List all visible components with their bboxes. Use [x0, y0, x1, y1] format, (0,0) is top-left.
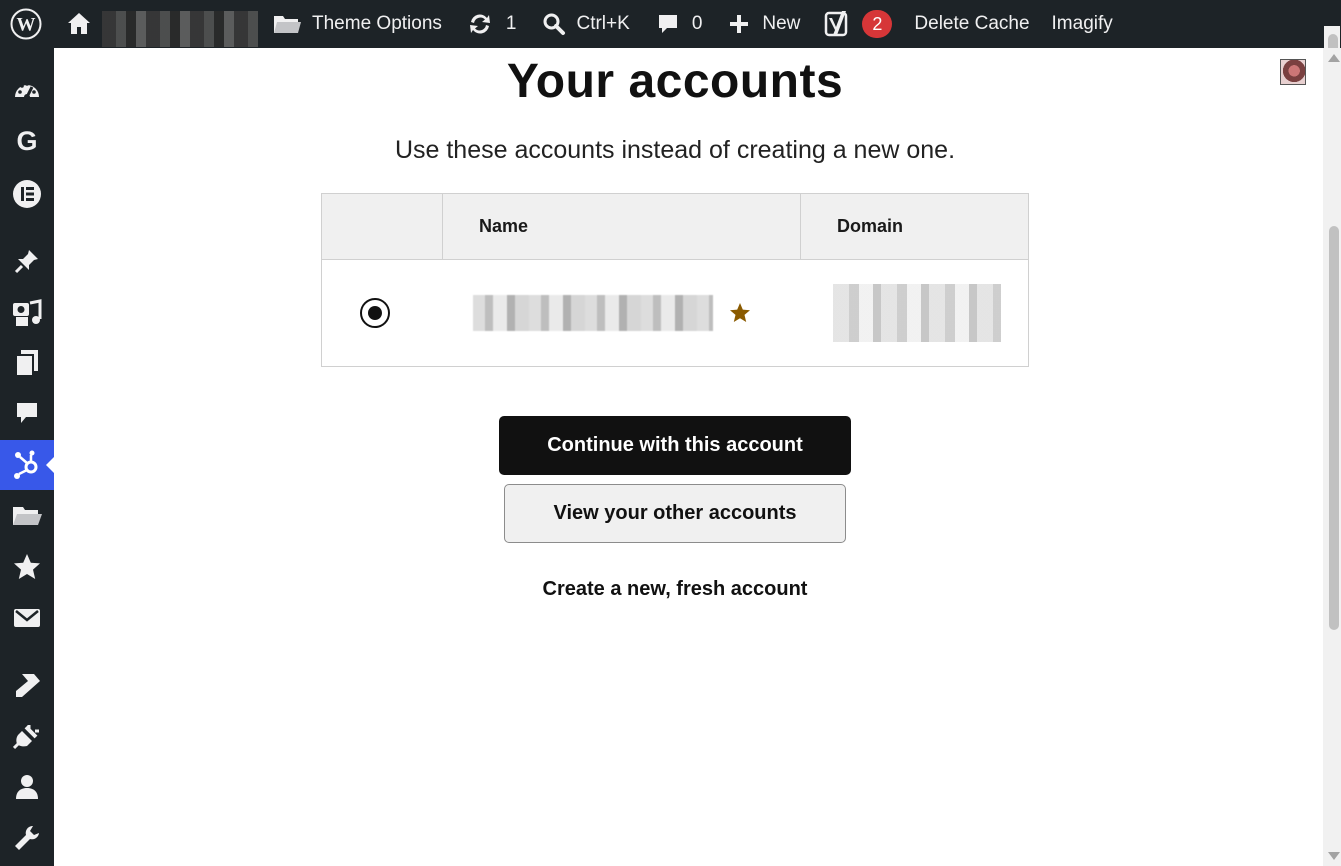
delete-cache-button[interactable]: Delete Cache	[914, 0, 1029, 48]
scroll-up-arrow-icon[interactable]	[1328, 54, 1340, 62]
dashboard-icon	[15, 82, 39, 100]
pin-icon	[14, 250, 38, 274]
accounts-table: Name Domain	[321, 193, 1029, 367]
comments-count: 0	[691, 13, 703, 34]
sidebar-item-posts[interactable]	[0, 236, 54, 286]
folder-icon	[13, 507, 42, 525]
pages-icon	[15, 350, 38, 377]
users-icon	[16, 775, 38, 799]
mail-icon	[14, 609, 40, 627]
site-home-button[interactable]	[52, 0, 102, 48]
comments-menu[interactable]: 0	[656, 0, 703, 48]
sidebar-item-comments[interactable]	[0, 388, 54, 438]
yoast-seo-menu[interactable]: 2	[824, 0, 893, 48]
search-shortcut-label: Ctrl+K	[576, 13, 630, 34]
sidebar-item-appearance[interactable]	[0, 660, 54, 710]
row-name-cell	[443, 260, 801, 367]
theme-options-menu[interactable]: Theme Options	[272, 0, 442, 48]
comment-icon	[658, 15, 677, 33]
continue-with-account-button[interactable]: Continue with this account	[499, 416, 851, 475]
table-header-select	[321, 193, 443, 260]
elementor-icon	[13, 180, 41, 208]
sidebar-item-hubspot[interactable]	[0, 440, 54, 490]
admin-sidebar: G	[0, 48, 54, 866]
table-row[interactable]	[322, 260, 1029, 367]
sidebar-item-pages[interactable]	[0, 338, 54, 388]
table-header-name: Name	[442, 193, 801, 260]
sidebar-item-media[interactable]	[0, 288, 54, 338]
yoast-icon	[825, 11, 848, 37]
refresh-icon	[469, 14, 490, 34]
sidebar-item-mail[interactable]	[0, 593, 54, 643]
page-scrollbar[interactable]	[1323, 48, 1341, 866]
sidebar-item-elementor[interactable]	[0, 169, 54, 219]
google-icon: G	[16, 126, 37, 154]
updates-menu[interactable]: 1	[466, 0, 517, 48]
media-icon	[13, 299, 42, 326]
radio-selected-dot	[368, 306, 382, 320]
view-other-accounts-button[interactable]: View your other accounts	[504, 484, 846, 543]
plugins-icon	[13, 725, 39, 750]
tools-icon	[15, 826, 39, 850]
sidebar-item-tools[interactable]	[0, 813, 54, 863]
page-title: Your accounts	[506, 55, 844, 108]
theme-options-label: Theme Options	[312, 13, 442, 34]
account-domain-redacted	[832, 284, 1001, 342]
wordpress-logo-button[interactable]: W	[0, 0, 52, 48]
sidebar-item-plugins[interactable]	[0, 711, 54, 761]
sidebar-item-users[interactable]	[0, 762, 54, 812]
command-search-button[interactable]: Ctrl+K	[542, 0, 630, 48]
star-icon	[729, 303, 750, 322]
home-icon	[68, 13, 90, 34]
sidebar-item-reviews[interactable]	[0, 542, 54, 592]
create-new-account-link[interactable]: Create a new, fresh account	[54, 578, 1296, 601]
plus-icon	[730, 15, 749, 33]
table-header-row: Name Domain	[321, 193, 1029, 260]
scrollbar-thumb[interactable]	[1329, 226, 1339, 630]
scroll-down-arrow-icon[interactable]	[1328, 852, 1340, 860]
appearance-icon	[16, 674, 40, 697]
site-name-redacted[interactable]	[102, 11, 258, 47]
new-label: New	[762, 13, 801, 34]
search-icon	[543, 13, 566, 35]
account-radio-button[interactable]	[360, 298, 390, 328]
sidebar-item-google[interactable]: G	[0, 115, 54, 165]
page-subtitle: Use these accounts instead of creating a…	[394, 136, 956, 164]
admin-bar: W Theme Options 1 Ctrl+K 0 New 2 Delete …	[0, 0, 1341, 48]
svg-text:W: W	[17, 15, 36, 36]
imagify-menu[interactable]: Imagify	[1052, 0, 1113, 48]
wordpress-icon: W	[10, 8, 42, 40]
top-scroll-indicator	[1324, 26, 1340, 48]
updates-count: 1	[505, 13, 517, 34]
hubspot-icon	[14, 450, 38, 479]
row-select-cell[interactable]	[322, 260, 443, 367]
user-avatar[interactable]	[1280, 59, 1306, 85]
sidebar-item-folders[interactable]	[0, 491, 54, 541]
row-domain-cell	[801, 260, 1029, 367]
folder-icon	[274, 16, 301, 33]
comments-icon	[17, 403, 37, 423]
star-icon	[14, 554, 40, 579]
table-header-domain: Domain	[800, 193, 1029, 260]
account-name-redacted	[472, 295, 713, 331]
yoast-notification-badge: 2	[862, 10, 893, 38]
main-content: Your accounts Use these accounts instead…	[54, 48, 1323, 866]
svg-text:G: G	[16, 126, 37, 154]
new-content-menu[interactable]: New	[728, 0, 800, 48]
sidebar-item-dashboard[interactable]	[0, 66, 54, 116]
